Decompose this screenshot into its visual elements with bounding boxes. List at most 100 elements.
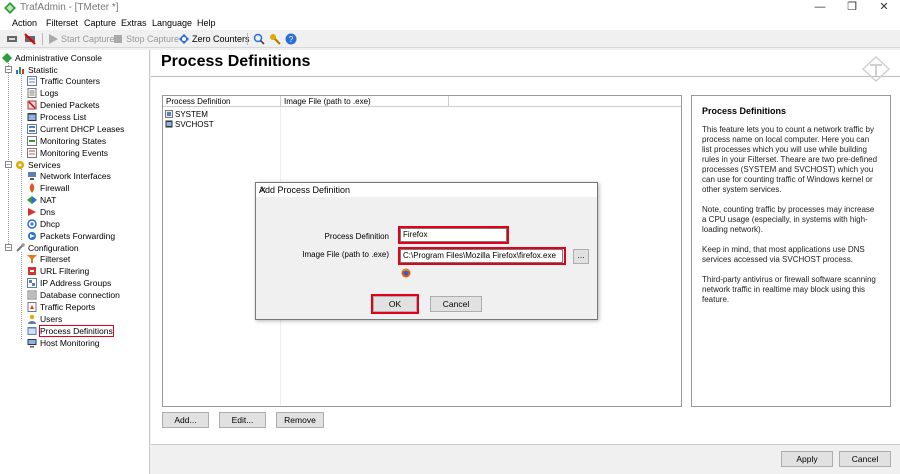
tree-item-label: Firewall bbox=[40, 182, 70, 193]
tree-configuration-label: Configuration bbox=[28, 242, 79, 253]
network-interfaces-icon bbox=[28, 171, 36, 180]
add-button[interactable]: Add... bbox=[162, 412, 209, 428]
stop-capture-button[interactable]: Stop Capture bbox=[112, 32, 179, 46]
disconnect-button[interactable] bbox=[24, 32, 36, 46]
tmeter-logo-icon bbox=[862, 56, 890, 82]
reports-icon bbox=[27, 301, 37, 312]
add-process-dialog: Add Process Definition ✕ Process Definit… bbox=[255, 182, 598, 320]
packets-forwarding-icon bbox=[28, 231, 36, 240]
tree-item-monitoring-events[interactable]: Monitoring Events bbox=[27, 147, 108, 158]
toolbar-separator bbox=[247, 33, 248, 45]
menu-language[interactable]: Language bbox=[152, 18, 192, 28]
tree-item-packets-forwarding[interactable]: Packets Forwarding bbox=[27, 230, 115, 241]
tree-item-nat[interactable]: NAT bbox=[27, 194, 56, 205]
page-title: Process Definitions bbox=[161, 53, 311, 70]
menu-help[interactable]: Help bbox=[197, 18, 216, 28]
window-title: TrafAdmin - [TMeter *] bbox=[20, 2, 119, 13]
tree-item-traffic-counters[interactable]: Traffic Counters bbox=[27, 75, 100, 86]
tree-item-dhcp[interactable]: Dhcp bbox=[27, 218, 60, 229]
tree-item-users[interactable]: Users bbox=[27, 313, 62, 324]
tree-item-label: Traffic Reports bbox=[40, 301, 96, 312]
tree-configuration[interactable]: Configuration bbox=[15, 242, 79, 253]
tree-item-traffic-reports[interactable]: Traffic Reports bbox=[27, 301, 95, 312]
menu-capture[interactable]: Capture bbox=[84, 18, 116, 28]
process-icon bbox=[165, 120, 173, 128]
tree-item-ip-address-groups[interactable]: IP Address Groups bbox=[27, 277, 111, 288]
list-header: Process Definition Image File (path to .… bbox=[163, 96, 681, 107]
tree-statistic-label: Statistic bbox=[28, 64, 58, 75]
minimize-button[interactable]: — bbox=[804, 0, 836, 16]
highlight-box bbox=[371, 294, 419, 314]
firewall-icon bbox=[29, 182, 35, 193]
tree-item-label: Process List bbox=[40, 111, 87, 122]
column-divider[interactable] bbox=[280, 96, 281, 107]
tree-item-label: Denied Packets bbox=[40, 99, 100, 110]
tree-line bbox=[21, 74, 22, 157]
tree-item-dns[interactable]: Dns bbox=[27, 206, 55, 217]
tree-item-firewall[interactable]: Firewall bbox=[27, 182, 69, 193]
wrench-icon bbox=[16, 242, 25, 252]
database-icon bbox=[27, 290, 37, 299]
ip-groups-icon bbox=[27, 277, 37, 288]
tree-item-denied-packets[interactable]: Denied Packets bbox=[27, 99, 100, 110]
column-header-process[interactable]: Process Definition bbox=[166, 97, 230, 106]
process-definitions-icon bbox=[27, 326, 37, 335]
tree-item-database-connection[interactable]: Database connection bbox=[27, 289, 120, 300]
help-button[interactable]: ? bbox=[285, 32, 297, 46]
help-icon: ? bbox=[285, 33, 297, 45]
collapse-services-toggle[interactable]: – bbox=[5, 161, 12, 168]
apply-button[interactable]: Apply bbox=[781, 451, 833, 467]
tree-root[interactable]: Administrative Console bbox=[2, 52, 102, 63]
tree-statistic[interactable]: Statistic bbox=[15, 64, 58, 75]
tree-item-process-list[interactable]: Process List bbox=[27, 111, 86, 122]
dns-icon bbox=[28, 207, 36, 216]
dialog-cancel-button[interactable]: Cancel bbox=[430, 296, 482, 312]
column-header-image[interactable]: Image File (path to .exe) bbox=[284, 97, 371, 106]
search-button[interactable] bbox=[253, 32, 265, 46]
cancel-button[interactable]: Cancel bbox=[839, 451, 891, 467]
browse-button[interactable]: ... bbox=[573, 249, 589, 264]
tree-line bbox=[21, 252, 22, 339]
counters-icon bbox=[27, 75, 37, 86]
tree-item-label: Database connection bbox=[40, 289, 120, 300]
tree-item-label-selected: Process Definitions bbox=[39, 324, 114, 337]
title-divider bbox=[151, 76, 900, 77]
restore-button[interactable]: ❐ bbox=[836, 0, 868, 16]
menu-extras[interactable]: Extras bbox=[121, 18, 147, 28]
list-item[interactable]: SVCHOST bbox=[165, 119, 214, 129]
tree-services[interactable]: Services bbox=[15, 159, 61, 170]
edit-button[interactable]: Edit... bbox=[219, 412, 266, 428]
start-capture-button[interactable]: Start Capture bbox=[47, 32, 115, 46]
dialog-close-button[interactable]: ✕ bbox=[259, 185, 593, 196]
tree-item-label: Monitoring Events bbox=[40, 147, 109, 158]
funnel-icon bbox=[27, 254, 37, 263]
collapse-statistic-toggle[interactable]: – bbox=[5, 66, 12, 73]
key-button[interactable] bbox=[269, 32, 281, 46]
collapse-configuration-toggle[interactable]: – bbox=[5, 244, 12, 251]
tree-item-label: Current DHCP Leases bbox=[40, 123, 125, 134]
tree-item-dhcp-leases[interactable]: Current DHCP Leases bbox=[27, 123, 124, 134]
tree-item-label: IP Address Groups bbox=[40, 277, 112, 288]
zero-counters-button[interactable]: Zero Counters bbox=[178, 32, 250, 46]
menu-action[interactable]: Action bbox=[12, 18, 37, 28]
tree-item-process-definitions[interactable]: Process Definitions bbox=[27, 324, 114, 337]
remove-button[interactable]: Remove bbox=[276, 412, 324, 428]
list-item[interactable]: SYSTEM bbox=[165, 109, 208, 119]
dhcp-icon bbox=[27, 218, 37, 229]
column-divider[interactable] bbox=[448, 96, 449, 107]
tree-line bbox=[8, 61, 9, 248]
tree-item-network-interfaces[interactable]: Network Interfaces bbox=[27, 170, 111, 181]
info-paragraph: Note, counting traffic by processes may … bbox=[702, 205, 875, 234]
toolbar-separator bbox=[42, 33, 43, 45]
menu-filterset[interactable]: Filterset bbox=[46, 18, 78, 28]
tree-item-host-monitoring[interactable]: Host Monitoring bbox=[27, 337, 100, 348]
process-name: SYSTEM bbox=[175, 109, 208, 119]
close-window-button[interactable]: ✕ bbox=[868, 0, 900, 16]
highlight-box bbox=[398, 247, 566, 265]
dialog-title-bar[interactable]: Add Process Definition ✕ bbox=[256, 183, 597, 197]
tree-item-filterset[interactable]: Filterset bbox=[27, 253, 70, 264]
tree-item-url-filtering[interactable]: URL Filtering bbox=[27, 265, 89, 276]
tree-item-logs[interactable]: Logs bbox=[27, 87, 58, 98]
connect-button[interactable] bbox=[6, 32, 18, 46]
tree-item-monitoring-states[interactable]: Monitoring States bbox=[27, 135, 106, 146]
